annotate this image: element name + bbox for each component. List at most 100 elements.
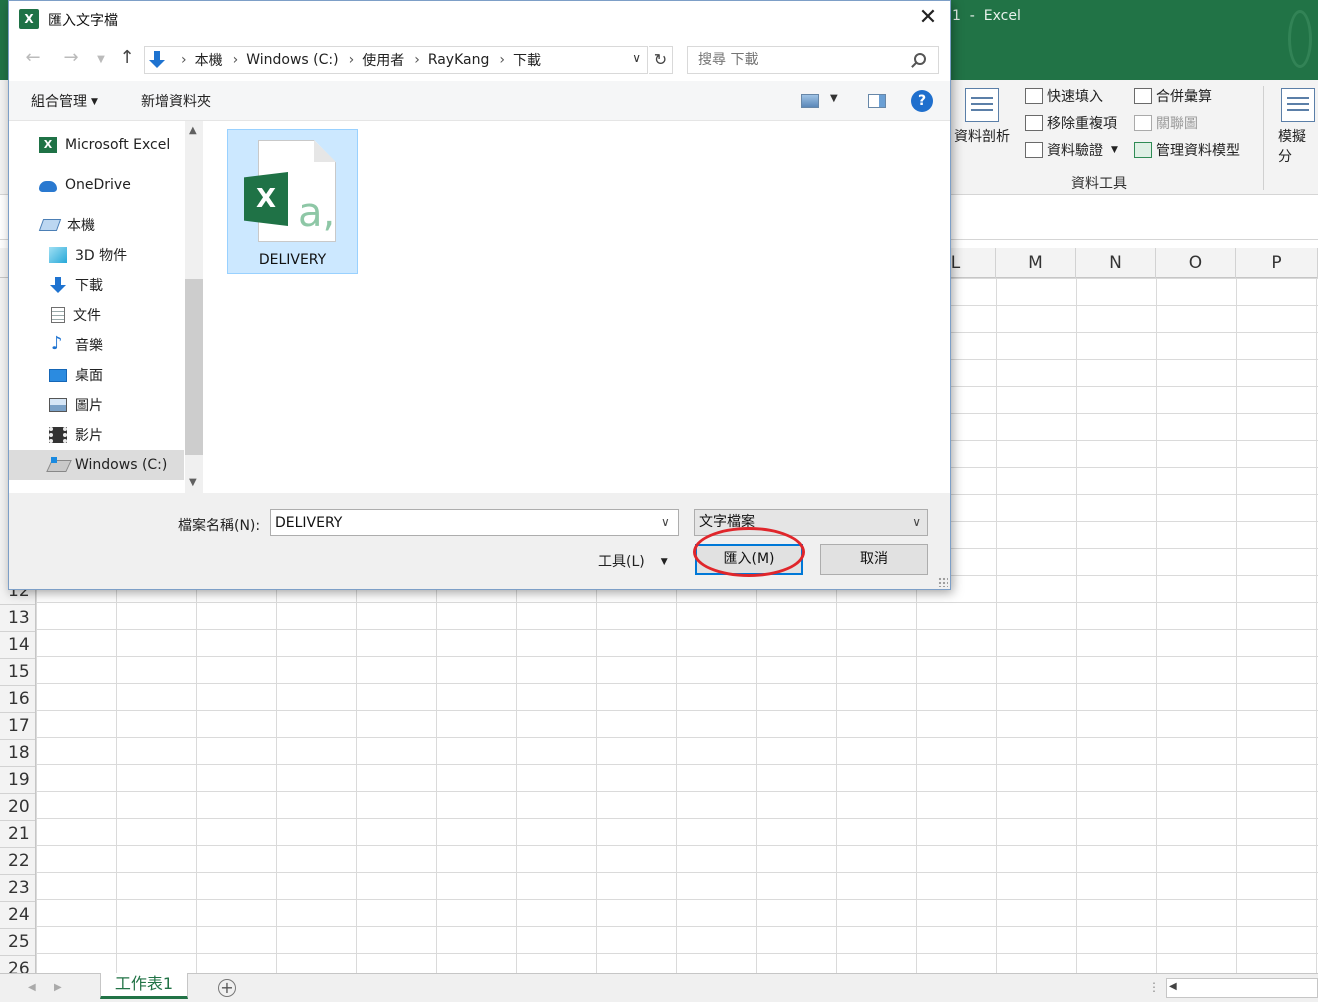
videos-icon: [49, 427, 67, 443]
row-header[interactable]: 13: [0, 605, 35, 632]
column-header-p[interactable]: P: [1236, 248, 1318, 278]
breadcrumb-item[interactable]: 下載: [513, 50, 541, 70]
file-list-area[interactable]: X a, DELIVERY: [203, 121, 950, 493]
nav-item-documents[interactable]: 文件: [9, 300, 184, 330]
back-button[interactable]: ←: [21, 47, 45, 68]
filename-input[interactable]: [270, 509, 679, 536]
dialog-bottom-panel: 檔案名稱(N): ∨ 文字檔案 ∨ 工具(L) ▼ 匯入(M) 取消: [9, 493, 950, 589]
chevron-down-icon: ∨: [912, 515, 921, 529]
sheet-prev-icon[interactable]: ◀: [28, 982, 36, 993]
chevron-down-icon: ▼: [1111, 145, 1118, 155]
row-header[interactable]: 17: [0, 713, 35, 740]
navigation-scrollbar[interactable]: ▲ ▼: [185, 121, 203, 493]
nav-item-downloads[interactable]: 下載: [9, 270, 184, 300]
scroll-left-icon[interactable]: ◀: [1169, 981, 1177, 992]
row-header[interactable]: 18: [0, 740, 35, 767]
horizontal-scrollbar[interactable]: ◀: [1166, 978, 1318, 998]
resize-grip-icon[interactable]: [938, 577, 948, 587]
up-button[interactable]: ↑: [115, 47, 139, 68]
recent-locations-button[interactable]: ▼: [89, 54, 113, 65]
scrollbar-thumb[interactable]: [185, 279, 203, 455]
flash-fill-button[interactable]: 快速填入: [1025, 86, 1103, 106]
row-header[interactable]: 14: [0, 632, 35, 659]
preview-pane-icon[interactable]: [868, 94, 886, 108]
data-validation-label: 資料驗證: [1047, 143, 1103, 159]
column-header-o[interactable]: O: [1156, 248, 1236, 278]
address-bar[interactable]: › 本機 › Windows (C:) › 使用者 › RayKang › 下載…: [144, 46, 648, 74]
organize-button[interactable]: 組合管理 ▼: [31, 91, 98, 111]
data-validation-button[interactable]: 資料驗證 ▼: [1025, 140, 1118, 160]
row-header[interactable]: 15: [0, 659, 35, 686]
nav-item-videos[interactable]: 影片: [9, 420, 184, 450]
row-header[interactable]: 26: [0, 956, 35, 973]
nav-item-3d-objects[interactable]: 3D 物件: [9, 240, 184, 270]
row-header[interactable]: 19: [0, 767, 35, 794]
text-to-columns-label: 資料剖析: [954, 129, 1010, 145]
breadcrumb-item[interactable]: 使用者: [362, 50, 404, 70]
nav-item-windows-c[interactable]: Windows (C:): [9, 450, 184, 480]
column-header-n[interactable]: N: [1076, 248, 1156, 278]
scroll-up-icon[interactable]: ▲: [189, 125, 197, 136]
row-header[interactable]: 20: [0, 794, 35, 821]
close-button[interactable]: ✕: [906, 1, 950, 35]
breadcrumb-separator[interactable]: ›: [499, 52, 505, 68]
desktop-icon: [49, 368, 67, 382]
add-sheet-icon[interactable]: +: [218, 979, 236, 997]
breadcrumb-item[interactable]: 本機: [195, 50, 223, 70]
cancel-button[interactable]: 取消: [820, 544, 928, 575]
breadcrumb-separator[interactable]: ›: [414, 52, 420, 68]
search-input[interactable]: [687, 46, 939, 74]
row-header[interactable]: 25: [0, 929, 35, 956]
file-type-select[interactable]: 文字檔案 ∨: [694, 509, 928, 536]
remove-duplicates-button[interactable]: 移除重複項: [1025, 113, 1117, 133]
nav-item-onedrive[interactable]: OneDrive: [9, 170, 184, 200]
nav-item-desktop[interactable]: 桌面: [9, 360, 184, 390]
nav-item-this-pc[interactable]: 本機: [9, 210, 184, 240]
nav-item-music[interactable]: 音樂: [9, 330, 184, 360]
nav-item-label: 影片: [75, 428, 103, 444]
nav-item-microsoft-excel[interactable]: X Microsoft Excel: [9, 130, 184, 160]
consolidate-button[interactable]: 合併彙算: [1134, 86, 1212, 106]
breadcrumb-separator[interactable]: ›: [181, 52, 187, 68]
view-options-chevron-icon[interactable]: ▼: [830, 93, 838, 104]
search-icon: [914, 53, 926, 65]
breadcrumb-separator[interactable]: ›: [349, 52, 355, 68]
row-header[interactable]: 23: [0, 875, 35, 902]
consolidate-icon: [1134, 88, 1152, 104]
breadcrumb-item[interactable]: RayKang: [428, 52, 490, 68]
forward-button[interactable]: →: [59, 47, 83, 68]
refresh-button[interactable]: ↻: [649, 46, 673, 74]
row-header[interactable]: 22: [0, 848, 35, 875]
import-button[interactable]: 匯入(M): [695, 544, 803, 575]
chevron-down-icon[interactable]: ∨: [661, 515, 670, 529]
what-if-analysis-icon: [1281, 88, 1315, 122]
file-item-delivery[interactable]: X a, DELIVERY: [227, 129, 358, 274]
tools-button[interactable]: 工具(L) ▼: [598, 551, 668, 571]
manage-data-model-button[interactable]: 管理資料模型: [1134, 140, 1240, 160]
breadcrumb-separator[interactable]: ›: [233, 52, 239, 68]
text-to-columns-button[interactable]: 資料剖析: [954, 88, 1010, 146]
consolidate-label: 合併彙算: [1156, 89, 1212, 105]
excel-window-title: 1 - Excel: [952, 8, 1021, 24]
excel-app-icon: X: [19, 9, 39, 29]
new-folder-button[interactable]: 新增資料夾: [141, 91, 211, 111]
change-view-icon[interactable]: [801, 94, 819, 108]
relationships-button[interactable]: 關聯圖: [1134, 113, 1198, 133]
sheet-tab[interactable]: 工作表1: [100, 973, 188, 999]
help-icon[interactable]: ?: [911, 90, 933, 112]
breadcrumb-item[interactable]: Windows (C:): [246, 52, 338, 68]
command-bar: 組合管理 ▼ 新增資料夾 ▼ ?: [9, 81, 950, 121]
download-icon: [49, 277, 67, 293]
nav-item-pictures[interactable]: 圖片: [9, 390, 184, 420]
scroll-down-icon[interactable]: ▼: [189, 477, 197, 488]
row-header[interactable]: 24: [0, 902, 35, 929]
column-header-m[interactable]: M: [996, 248, 1076, 278]
what-if-analysis-button[interactable]: 模擬分: [1278, 88, 1318, 166]
nav-item-label: Microsoft Excel: [65, 137, 171, 153]
chevron-down-icon[interactable]: ∨: [632, 51, 641, 65]
row-header[interactable]: 21: [0, 821, 35, 848]
row-header[interactable]: 16: [0, 686, 35, 713]
file-name-label: DELIVERY: [258, 252, 327, 268]
tab-split-handle[interactable]: ⋮: [1148, 980, 1160, 994]
sheet-next-icon[interactable]: ▶: [54, 982, 62, 993]
